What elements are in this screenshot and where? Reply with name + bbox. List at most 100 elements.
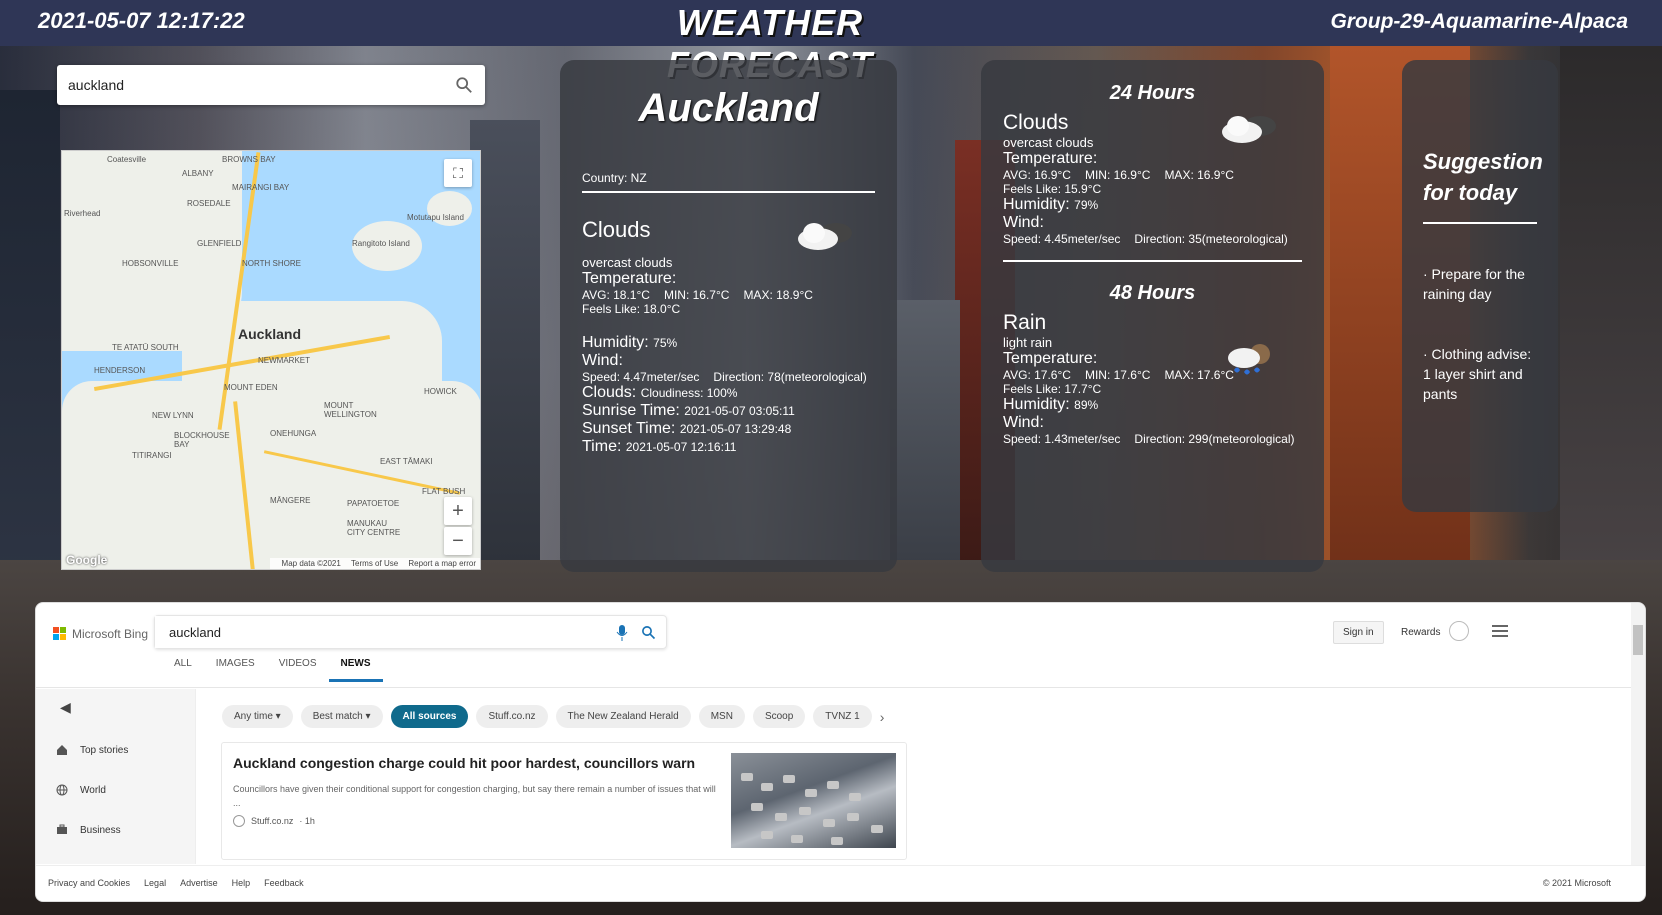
- map-label: HOBSONVILLE: [122, 259, 179, 268]
- bing-tabs: ALL IMAGES VIDEOS NEWS: [162, 658, 383, 682]
- article-time: · 1h: [299, 816, 315, 826]
- map-label: NORTH SHORE: [242, 259, 301, 268]
- sign-in-button[interactable]: Sign in: [1333, 621, 1384, 644]
- article-title[interactable]: Auckland congestion charge could hit poo…: [233, 755, 713, 771]
- tab-videos[interactable]: VIDEOS: [267, 658, 329, 682]
- map-label: BLOCKHOUSE BAY: [174, 431, 230, 449]
- fullscreen-button[interactable]: ⛶: [444, 159, 472, 187]
- map-data-text: Map data ©2021: [281, 559, 341, 568]
- feels-like: Feels Like: 15.9°C: [1003, 182, 1102, 196]
- zoom-in-button[interactable]: +: [444, 497, 472, 525]
- time-row: Time: 2021-05-07 12:16:11: [582, 438, 875, 456]
- filter-msn[interactable]: MSN: [698, 705, 745, 728]
- google-map[interactable]: Coatesville ALBANY ROSEDALE Riverhead GL…: [61, 150, 481, 570]
- temp-min: MIN: 17.6°C: [1084, 368, 1151, 382]
- hamburger-menu-icon[interactable]: [1492, 625, 1508, 637]
- suggestion-card: Suggestion for today · Prepare for the r…: [1402, 60, 1558, 512]
- city-name: Auckland: [638, 86, 819, 130]
- bing-brand: Microsoft Bing: [72, 627, 149, 641]
- filter-all-sources[interactable]: All sources: [390, 705, 469, 728]
- humidity-value: 79%: [1074, 198, 1099, 212]
- forecast-divider: [1003, 260, 1302, 262]
- group-name: Group-29-Aquamarine-Alpaca: [1330, 10, 1628, 33]
- suggestion-item: · Prepare for the raining day: [1423, 266, 1525, 302]
- tab-news[interactable]: NEWS: [328, 658, 383, 682]
- globe-icon: [56, 784, 68, 796]
- microsoft-bing-logo[interactable]: Microsoft Bing: [53, 627, 148, 641]
- bing-scrollbar[interactable]: [1631, 603, 1645, 865]
- filter-scoop[interactable]: Scoop: [752, 705, 806, 728]
- weather-description: overcast clouds: [582, 255, 673, 270]
- forecast-24h-title: 24 Hours: [1109, 82, 1196, 104]
- footer-link-privacy[interactable]: Privacy and Cookies: [48, 878, 130, 888]
- map-label: GLENFIELD: [197, 239, 242, 248]
- footer-link-feedback[interactable]: Feedback: [264, 878, 304, 888]
- tab-images[interactable]: IMAGES: [204, 658, 267, 682]
- map-label: MAIRANGI BAY: [232, 183, 290, 192]
- sidebar-item-label: Top stories: [80, 744, 129, 756]
- current-datetime: 2021-05-07 12:17:22: [38, 8, 245, 33]
- bing-search-box: [154, 615, 667, 649]
- temp-min: MIN: 16.7°C: [663, 288, 730, 302]
- sidebar-item-top-stories[interactable]: Top stories: [56, 744, 128, 756]
- map-label: Coatesville: [107, 155, 147, 164]
- tab-all[interactable]: ALL: [162, 658, 204, 682]
- forecast-48h-condition: Rain: [1003, 311, 1047, 334]
- city-search-input[interactable]: [57, 65, 427, 105]
- search-icon[interactable]: [641, 625, 656, 640]
- sidebar-item-world[interactable]: World: [56, 784, 106, 796]
- wind-direction: Direction: 35(meteorological): [1134, 232, 1288, 246]
- footer-link-legal[interactable]: Legal: [144, 878, 166, 888]
- rewards-link[interactable]: Rewards: [1401, 627, 1440, 638]
- forecast-card: 24 Hours Clouds overcast clouds Temperat…: [981, 60, 1324, 572]
- humidity-value: 89%: [1074, 398, 1099, 412]
- footer-link-advertise[interactable]: Advertise: [180, 878, 218, 888]
- forecast-24h-temperature-row: AVG: 16.9°C MIN: 16.9°C MAX: 16.9°C: [1003, 168, 1302, 182]
- trophy-icon[interactable]: [1449, 621, 1469, 641]
- filter-any-time[interactable]: Any time ▾: [222, 705, 293, 728]
- terms-link[interactable]: Terms of Use: [351, 559, 398, 568]
- scrollbar-thumb[interactable]: [1633, 625, 1643, 655]
- filter-best-match[interactable]: Best match ▾: [300, 705, 383, 728]
- sunrise-value: 2021-05-07 03:05:11: [684, 404, 795, 418]
- map-label: ALBANY: [182, 169, 214, 178]
- article-source[interactable]: Stuff.co.nz: [251, 816, 293, 826]
- wind-speed: Speed: 4.47meter/sec: [582, 370, 700, 384]
- microphone-icon[interactable]: [616, 625, 628, 641]
- current-weather-card: Auckland Country: NZ Clouds overcast clo…: [560, 60, 897, 572]
- news-filter-chips: Any time ▾ Best match ▾ All sources Stuf…: [222, 705, 884, 728]
- filter-stuff[interactable]: Stuff.co.nz: [476, 705, 548, 728]
- cloudiness-value: Cloudiness: 100%: [640, 386, 738, 400]
- map-label: Rangitoto Island: [352, 239, 410, 248]
- filter-tvnz[interactable]: TVNZ 1: [813, 705, 872, 728]
- sunrise-row: Sunrise Time: 2021-05-07 03:05:11: [582, 402, 875, 420]
- source-logo-icon: [233, 815, 245, 827]
- chevron-right-icon[interactable]: ›: [880, 709, 885, 725]
- wind-speed: Speed: 4.45meter/sec: [1003, 232, 1121, 246]
- report-error-link[interactable]: Report a map error: [408, 559, 476, 568]
- news-sidebar: ◀ Top stories World Business: [36, 689, 196, 864]
- wind-row: Speed: 4.47meter/sec Direction: 78(meteo…: [582, 370, 875, 384]
- sidebar-item-business[interactable]: Business: [56, 824, 121, 836]
- map-label: Motutapu Island: [407, 213, 464, 222]
- article-thumbnail[interactable]: [731, 753, 896, 848]
- suggestion-title: Suggestion for today: [1423, 146, 1543, 224]
- suggestion-title-line: for today: [1423, 180, 1518, 205]
- sunset-row: Sunset Time: 2021-05-07 13:29:48: [582, 420, 875, 438]
- wind-label: Wind:: [1003, 214, 1044, 231]
- zoom-out-button[interactable]: −: [444, 527, 472, 555]
- sidebar-item-label: Business: [80, 824, 121, 836]
- rain-icon: [1228, 344, 1270, 375]
- news-article-card[interactable]: Auckland congestion charge could hit poo…: [221, 742, 907, 860]
- map-label: NEW LYNN: [152, 411, 194, 420]
- search-icon[interactable]: [455, 76, 473, 94]
- bing-search-input[interactable]: [155, 616, 575, 648]
- background-building: [890, 300, 960, 580]
- humidity-row: Humidity: 75%: [582, 334, 875, 352]
- map-label: MĀNGERE: [270, 496, 311, 505]
- collapse-sidebar-icon[interactable]: ◀: [60, 699, 71, 716]
- copyright: © 2021 Microsoft: [1542, 878, 1611, 888]
- footer-link-help[interactable]: Help: [232, 878, 251, 888]
- suggestion-title-line: Suggestion: [1423, 149, 1543, 174]
- filter-nz-herald[interactable]: The New Zealand Herald: [555, 705, 691, 728]
